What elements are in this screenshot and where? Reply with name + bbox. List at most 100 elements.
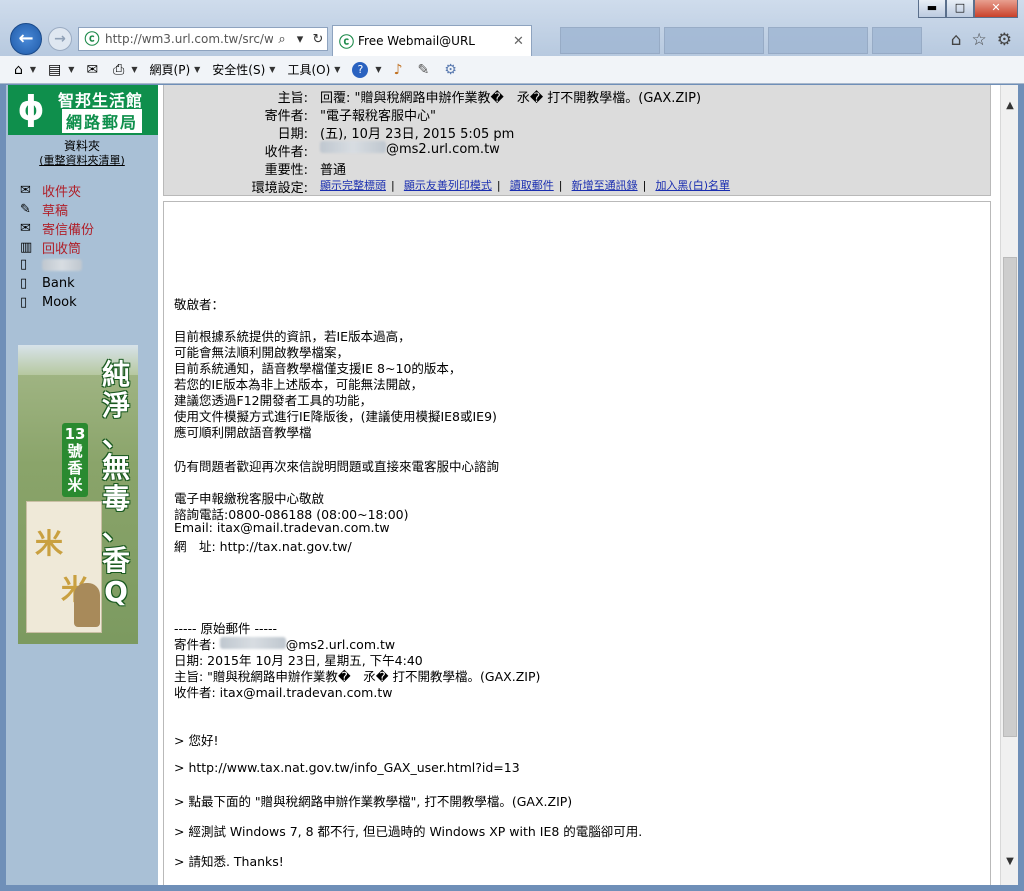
vertical-scrollbar[interactable]: ▲ ▼: [1000, 85, 1018, 885]
forward-arrow-icon: →: [54, 31, 66, 47]
home-menu[interactable]: ⌂ ▼: [14, 62, 36, 78]
chevron-down-icon: ▼: [269, 65, 276, 74]
header-priority-row: 重要性: 普通: [164, 159, 346, 178]
scroll-down-arrow-icon[interactable]: ▼: [1001, 853, 1018, 871]
logo-line2: 網路郵局: [62, 109, 143, 133]
help-icon: ?: [352, 61, 369, 78]
body-line: 網 址: http://tax.nat.gov.tw/: [174, 539, 352, 554]
message-header: 主旨: 回覆: "贈與稅網路申辦作業教� 氶� 打不開教學檔。(GAX.ZIP) …: [163, 85, 991, 196]
ad-slogan-char: 純: [101, 358, 130, 391]
feeds-menu[interactable]: ▤ ▼: [48, 62, 74, 78]
ad-slogan-char: 無: [101, 451, 130, 484]
mail-button[interactable]: ✉: [86, 62, 101, 78]
link-separator: |: [558, 179, 563, 192]
address-bar[interactable]: ⓒ http://wm3.url.com.tw/src/web ⌕ ▾ ↻: [78, 27, 328, 51]
folder-custom-redacted[interactable]: ▯: [20, 257, 82, 272]
refresh-icon[interactable]: ↻: [309, 32, 327, 47]
favorites-star-icon[interactable]: ☆: [972, 30, 987, 50]
header-subject-row: 主旨: 回覆: "贈與稅網路申辦作業教� 氶� 打不開教學檔。(GAX.ZIP): [164, 87, 701, 106]
tab-background-2[interactable]: [664, 27, 764, 54]
refresh-folders-link[interactable]: (重整資料夾清單): [6, 152, 158, 168]
logo-line1: 智邦生活館: [58, 91, 144, 110]
ad-badge: 13號香米: [62, 423, 88, 497]
minimize-button[interactable]: ▬: [918, 0, 946, 18]
tab-background-4[interactable]: [872, 27, 922, 54]
settings-gear-icon[interactable]: ⚙: [997, 30, 1012, 50]
chevron-down-icon: ▼: [194, 65, 201, 74]
folder-bank[interactable]: ▯ Bank: [20, 276, 75, 291]
farmer-figure: [74, 583, 100, 627]
back-button[interactable]: ←: [10, 23, 42, 55]
folder-sent[interactable]: ✉ 寄信備份: [20, 219, 94, 238]
folder-trash[interactable]: ▥ 回收筒: [20, 238, 81, 257]
ad-slogan-char: 香: [101, 544, 130, 577]
print-icon: ⎙: [113, 61, 125, 78]
folder-drafts[interactable]: ✎ 草稿: [20, 200, 68, 219]
tools-menu-label: 工具(O): [287, 63, 331, 77]
close-tab-icon[interactable]: ✕: [513, 34, 531, 49]
tab-background-1[interactable]: [560, 27, 660, 54]
blog-button[interactable]: ✎: [418, 62, 433, 78]
from-value: "電子報稅客服中心": [320, 109, 436, 124]
tools-menu[interactable]: 工具(O) ▼: [287, 61, 340, 78]
rss-icon: ▤: [48, 61, 62, 78]
trash-icon: ▥: [20, 240, 33, 255]
safety-menu[interactable]: 安全性(S) ▼: [212, 61, 275, 78]
browser-title-bar: ▬ □ ✕ ← → ⓒ http://wm3.url.com.tw/src/we…: [0, 0, 1024, 56]
home-icon[interactable]: ⌂: [951, 30, 962, 50]
printer-friendly-link[interactable]: 顯示友善列印模式: [404, 179, 492, 192]
folder-label: 收件夾: [42, 185, 82, 200]
priority-value: 普通: [320, 163, 347, 178]
search-icon[interactable]: ⌕: [273, 32, 291, 47]
address-url[interactable]: http://wm3.url.com.tw/src/web: [105, 32, 273, 46]
page-menu[interactable]: 網頁(P) ▼: [150, 61, 201, 78]
tab-background-3[interactable]: [768, 27, 868, 54]
ad-slogan-char: 、: [101, 513, 130, 546]
read-message-link[interactable]: 讀取郵件: [510, 179, 554, 192]
forward-button[interactable]: →: [48, 27, 72, 51]
add-to-addressbook-link[interactable]: 新增至通訊錄: [572, 179, 638, 192]
scroll-up-arrow-icon[interactable]: ▲: [1001, 97, 1018, 115]
chevron-down-icon: ▼: [375, 65, 382, 74]
site-logo[interactable]: ϕ 智邦生活館 網路郵局: [8, 85, 158, 135]
blacklist-link[interactable]: 加入黑(白)名單: [655, 179, 730, 192]
print-menu[interactable]: ⎙ ▼: [113, 62, 137, 78]
window-controls: ▬ □ ✕: [918, 0, 1018, 18]
header-links: 顯示完整標頭 | 顯示友善列印模式 | 讀取郵件 | 新增至通訊錄 | 加入黑(白)名單: [320, 177, 730, 196]
settings-label: 環境設定:: [251, 181, 308, 196]
header-to-row: 收件者: @ms2.url.com.tw: [164, 141, 500, 160]
addon-button[interactable]: ⚙: [444, 62, 460, 78]
page-menu-label: 網頁(P): [149, 63, 191, 77]
site-favicon-icon: ⓒ: [84, 30, 100, 48]
folder-inbox[interactable]: ✉ 收件夾: [20, 181, 81, 200]
body-line: Email: itax@mail.tradevan.com.tw: [174, 520, 390, 535]
quoted-line: > 點最下面的 "贈與稅網路申辦作業教學檔", 打不開教學檔。(GAX.ZIP): [174, 794, 573, 809]
to-value: @ms2.url.com.tw: [320, 141, 500, 160]
redacted-recipient: [320, 141, 386, 153]
maximize-button[interactable]: □: [946, 0, 974, 18]
addon-gear-icon: ⚙: [444, 61, 457, 78]
help-menu[interactable]: ? ▼: [352, 61, 382, 78]
link-separator: |: [642, 179, 647, 192]
body-line: 應可順利開啟語音教學檔: [174, 425, 312, 440]
close-window-button[interactable]: ✕: [974, 0, 1018, 18]
date-label: 日期:: [277, 127, 308, 142]
dropdown-icon[interactable]: ▾: [291, 32, 309, 47]
folder-label: 回收筒: [42, 242, 82, 257]
from-label: 寄件者:: [264, 109, 308, 124]
date-value: (五), 10月 23日, 2015 5:05 pm: [320, 127, 515, 142]
scrollbar-thumb[interactable]: [1003, 257, 1017, 737]
quoted-line: > 經測試 Windows 7, 8 都不行, 但已過時的 Windows XP…: [174, 824, 643, 839]
show-full-header-link[interactable]: 顯示完整標頭: [320, 179, 386, 192]
folder-icon: ▯: [20, 295, 28, 310]
research-button[interactable]: ♪: [394, 62, 406, 78]
folder-mook[interactable]: ▯ Mook: [20, 295, 77, 310]
rice-advertisement[interactable]: 純 淨 、 無 毒 、 香 Q 13號香米 米 米: [18, 345, 138, 644]
quoted-line: > http://www.tax.nat.gov.tw/info_GAX_use…: [174, 760, 520, 775]
content-viewport: ϕ 智邦生活館 網路郵局 資料夾 (重整資料夾清單) ✉ 收件夾 ✎ 草稿 ✉ 寄信備…: [6, 85, 1018, 885]
folder-label: 草稿: [42, 204, 69, 219]
browser-right-icons: ⌂ ☆ ⚙: [951, 30, 1012, 50]
tab-title: Free Webmail@URL: [358, 34, 475, 48]
header-date-row: 日期: (五), 10月 23日, 2015 5:05 pm: [164, 123, 515, 142]
tab-webmail[interactable]: ⓒ Free Webmail@URL ✕: [332, 25, 532, 56]
